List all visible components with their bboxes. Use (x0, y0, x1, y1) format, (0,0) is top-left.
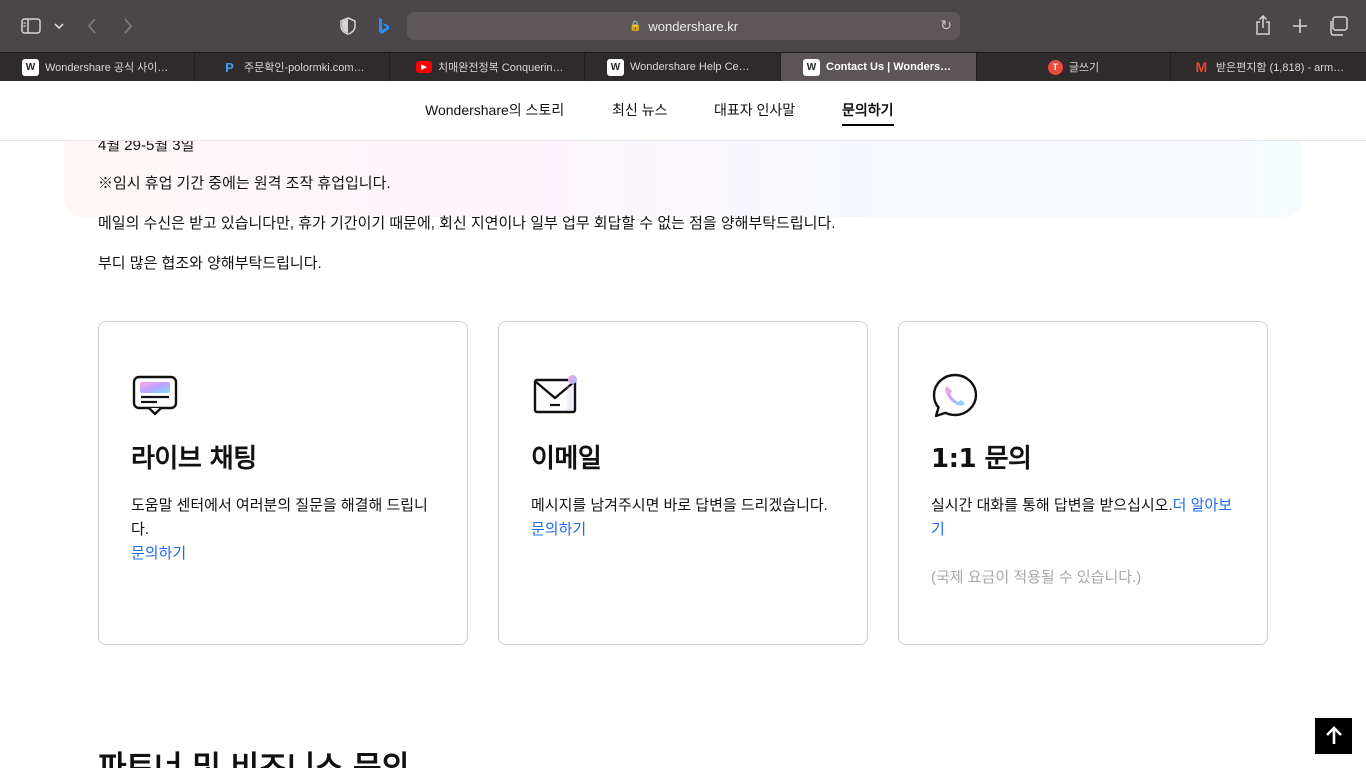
chat-bubble-icon (131, 372, 179, 420)
nav-item-story[interactable]: Wondershare의 스토리 (425, 100, 564, 120)
nav-item-ceo-message[interactable]: 대표자 인사말 (714, 100, 795, 120)
card-desc-text: 실시간 대화를 통해 답변을 받으십시오. (931, 497, 1173, 514)
nav-item-contact[interactable]: 문의하기 (842, 100, 894, 126)
privacy-shield-icon[interactable] (339, 16, 357, 36)
card-description: 도움말 센터에서 여러분의 질문을 해결해 드립니다. 문의하기 (131, 494, 436, 566)
live-chat-card: 라이브 채팅 도움말 센터에서 여러분의 질문을 해결해 드립니다. 문의하기 (98, 321, 468, 645)
tab-wondershare-official[interactable]: W Wondershare 공식 사이… (0, 53, 195, 81)
nav-item-news[interactable]: 최신 뉴스 (612, 100, 667, 120)
tab-gmail[interactable]: M 받은편지함 (1,818) - arm… (1171, 53, 1366, 81)
forward-icon[interactable] (120, 16, 136, 36)
email-card: 이메일 메시지를 남겨주시면 바로 답변을 드리겠습니다. 문의하기 (498, 321, 868, 645)
url-text: wondershare.kr (648, 18, 739, 34)
partner-section-heading: 파트너 및 비즈니스 문의 (98, 750, 410, 768)
address-bar[interactable]: 🔒 wondershare.kr ↻ (407, 12, 960, 40)
bing-icon[interactable] (376, 16, 392, 36)
tab-write[interactable]: T 글쓰기 (977, 53, 1171, 81)
tab-label: 주문확인-polormki.com… (244, 62, 365, 74)
contact-link[interactable]: 문의하기 (131, 545, 186, 562)
notice-line-3: 부디 많은 협조와 양해부탁드립니다. (98, 255, 322, 272)
tab-overview-icon[interactable] (1327, 15, 1349, 37)
card-desc-text: 메시지를 남겨주시면 바로 답변을 드리겠습니다. (531, 497, 828, 514)
card-title: 라이브 채팅 (131, 444, 257, 474)
card-title: 1:1 문의 (931, 444, 1032, 474)
card-description: 실시간 대화를 통해 답변을 받으십시오.더 알아보기 (931, 494, 1236, 542)
site-nav: Wondershare의 스토리 최신 뉴스 대표자 인사말 문의하기 (0, 81, 1366, 141)
browser-toolbar: 🔒 wondershare.kr ↻ (0, 0, 1366, 52)
one-on-one-card: 1:1 문의 실시간 대화를 통해 답변을 받으십시오.더 알아보기 (국제 요… (898, 321, 1268, 645)
lock-icon: 🔒 (628, 20, 642, 32)
sidebar-toggle-icon[interactable] (20, 16, 42, 36)
youtube-icon: ▶ (416, 61, 432, 73)
tab-label: 받은편지함 (1,818) - arm… (1215, 62, 1345, 74)
p-icon: P (225, 59, 234, 75)
arrow-up-icon (1325, 726, 1342, 744)
wondershare-icon: W (607, 58, 624, 76)
card-description: 메시지를 남겨주시면 바로 답변을 드리겠습니다. 문의하기 (531, 494, 836, 542)
chevron-down-icon[interactable] (52, 18, 66, 34)
notice-line-2: 메일의 수신은 받고 있습니다만, 휴가 기간이기 때문에, 회신 지연이나 일… (98, 215, 836, 232)
reload-icon[interactable]: ↻ (940, 17, 952, 34)
international-fee-note: (국제 요금이 적용될 수 있습니다.) (931, 569, 1142, 586)
back-icon[interactable] (84, 16, 100, 36)
envelope-icon (531, 372, 579, 420)
card-desc-text: 도움말 센터에서 여러분의 질문을 해결해 드립니다. (131, 497, 428, 538)
phone-chat-icon (931, 372, 979, 420)
tab-wondershare-help[interactable]: W Wondershare Help Ce… (585, 53, 781, 81)
tab-youtube[interactable]: ▶ 치매완전정복 Conquerin… (390, 53, 585, 81)
tab-contact-us[interactable]: W Contact Us | Wonders… (781, 53, 977, 81)
back-to-top-button[interactable] (1315, 718, 1352, 754)
tab-label: Wondershare Help Ce… (630, 61, 750, 73)
tab-label: 글쓰기 (1068, 62, 1100, 74)
tab-order-confirm[interactable]: P 주문확인-polormki.com… (195, 53, 390, 81)
share-icon[interactable] (1254, 14, 1272, 36)
tab-label: Wondershare 공식 사이… (45, 62, 169, 74)
tistory-icon: T (1047, 59, 1063, 75)
tab-bar: W Wondershare 공식 사이… P 주문확인-polormki.com… (0, 52, 1366, 81)
wondershare-icon: W (803, 58, 820, 76)
tab-label: 치매완전정복 Conquerin… (438, 62, 564, 74)
tab-label: Contact Us | Wonders… (826, 61, 952, 73)
gmail-icon: M (1195, 59, 1208, 75)
new-tab-icon[interactable] (1290, 16, 1310, 36)
wondershare-icon: W (22, 58, 39, 76)
contact-link[interactable]: 문의하기 (531, 521, 586, 538)
notice-line-1: ※임시 휴업 기간 중에는 원격 조작 휴업입니다. (98, 175, 391, 192)
card-title: 이메일 (531, 444, 602, 474)
